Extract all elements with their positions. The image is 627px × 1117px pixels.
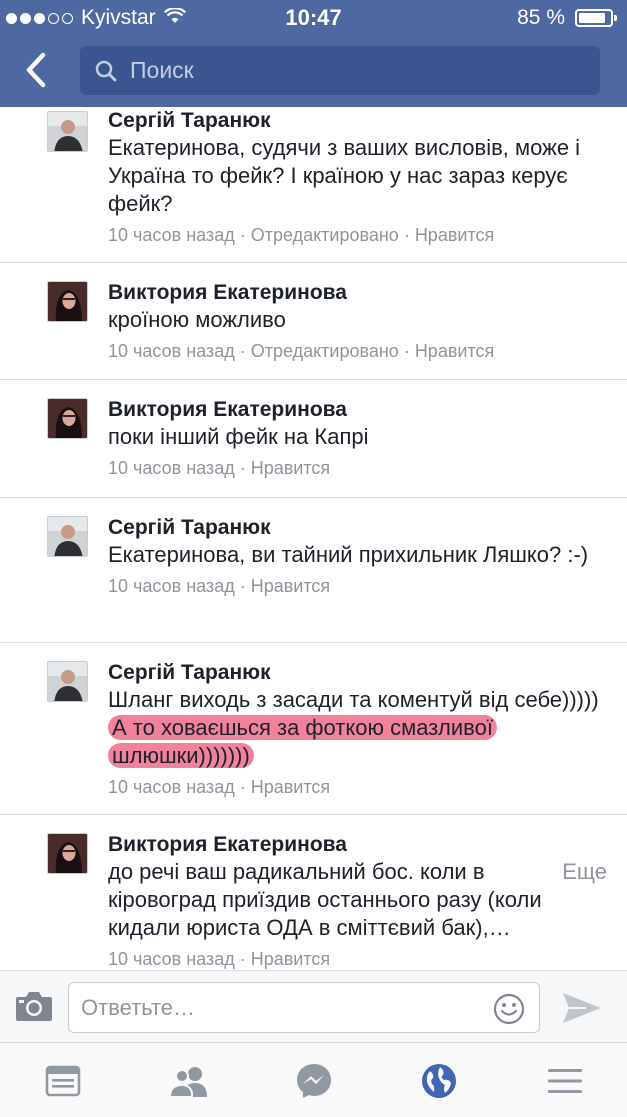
edited-label[interactable]: Отредактировано	[251, 225, 399, 245]
comment-item: Сергій Таранюк Екатеринова, ви тайний пр…	[0, 498, 627, 643]
highlighted-text: А то ховаєшься за фоткою смазливої шлюшк…	[108, 715, 497, 768]
comment-meta: 10 часов назад · Нравится	[108, 774, 607, 800]
status-bar: Kyivstar 10:47 85 %	[0, 0, 627, 36]
news-feed-icon	[45, 1065, 81, 1097]
comment-text: Екатеринова, судячи з ваших висловів, мо…	[108, 135, 581, 216]
comment-author[interactable]: Сергій Таранюк	[108, 659, 607, 686]
avatar[interactable]	[47, 398, 88, 439]
avatar[interactable]	[47, 833, 88, 874]
search-icon	[95, 60, 117, 81]
comment-text-plain: до речі ваш радикальний бос. коли в кіро…	[108, 859, 542, 940]
comment-body: Сергій Таранюк Екатеринова, ви тайний пр…	[108, 514, 607, 599]
comment-meta: 10 часов назад · Отредактировано · Нрави…	[108, 222, 607, 248]
comment-meta: 10 часов назад · Нравится	[108, 946, 607, 970]
like-button[interactable]: Нравится	[251, 458, 330, 478]
edited-label[interactable]: Отредактировано	[251, 341, 399, 361]
battery-icon	[575, 9, 617, 27]
comment-body: Виктория Екатеринова Еще до речі ваш ради…	[108, 831, 607, 970]
menu-icon	[548, 1069, 582, 1093]
back-button[interactable]	[14, 48, 58, 92]
tab-bar	[0, 1042, 627, 1117]
comment-time[interactable]: 10 часов назад	[108, 949, 235, 969]
meta-separator: ·	[234, 458, 251, 478]
comment-time[interactable]: 10 часов назад	[108, 458, 235, 478]
comment-author[interactable]: Виктория Екатеринова	[108, 831, 607, 858]
like-button[interactable]: Нравится	[251, 949, 330, 969]
like-button[interactable]: Нравится	[415, 341, 494, 361]
meta-separator: ·	[234, 576, 251, 596]
avatar[interactable]	[47, 516, 88, 557]
tab-news-feed[interactable]	[41, 1061, 85, 1101]
search-placeholder: Поиск	[130, 57, 194, 83]
meta-separator: ·	[234, 341, 251, 361]
meta-separator: ·	[234, 777, 251, 797]
comment-author[interactable]: Сергій Таранюк	[108, 107, 607, 134]
chevron-left-icon	[26, 52, 46, 88]
comment-text: Еще до речі ваш радикальний бос. коли в к…	[108, 858, 607, 942]
like-button[interactable]: Нравится	[251, 777, 330, 797]
comment-body: Виктория Екатеринова кроїною можливо 10 …	[108, 279, 607, 364]
emoji-button[interactable]	[493, 993, 525, 1025]
comment-text: Шланг виходь з засади та коментуй від се…	[108, 686, 607, 770]
avatar[interactable]	[47, 111, 88, 152]
comment-author[interactable]: Виктория Екатеринова	[108, 396, 607, 423]
reply-placeholder: Ответьте…	[81, 994, 196, 1020]
comment-time[interactable]: 10 часов назад	[108, 777, 235, 797]
comment-author[interactable]: Виктория Екатеринова	[108, 279, 607, 306]
comment-meta: 10 часов назад · Нравится	[108, 455, 607, 481]
comment-body: Сергій Таранюк Шланг виходь з засади та …	[108, 659, 607, 800]
reply-bar: Ответьте…	[0, 970, 627, 1042]
comment-item: Виктория Екатеринова Еще до речі ваш ради…	[0, 815, 627, 970]
comment-item: Сергій Таранюк Шланг виходь з засади та …	[0, 643, 627, 815]
comment-item: Сергій Таранюк Екатеринова, судячи з ваш…	[0, 107, 627, 263]
messenger-icon	[297, 1064, 331, 1098]
reply-input[interactable]: Ответьте…	[68, 982, 540, 1033]
meta-separator: ·	[398, 225, 415, 245]
meta-separator: ·	[234, 225, 251, 245]
comment-text: кроїною можливо	[108, 307, 286, 332]
comment-text: поки інший фейк на Капрі	[108, 424, 369, 449]
camera-button[interactable]	[14, 989, 54, 1025]
tab-menu[interactable]	[543, 1061, 587, 1101]
meta-separator: ·	[398, 341, 415, 361]
comment-body: Сергій Таранюк Екатеринова, судячи з ваш…	[108, 107, 607, 248]
like-button[interactable]: Нравится	[251, 576, 330, 596]
comment-text: Екатеринова, ви тайний прихильник Ляшко?…	[108, 542, 589, 567]
like-button[interactable]: Нравится	[415, 225, 494, 245]
comment-text-plain: Шланг виходь з засади та коментуй від се…	[108, 687, 599, 712]
comments-list: Сергій Таранюк Екатеринова, судячи з ваш…	[0, 107, 627, 970]
meta-separator: ·	[234, 949, 251, 969]
comment-time[interactable]: 10 часов назад	[108, 576, 235, 596]
comment-item: Виктория Екатеринова кроїною можливо 10 …	[0, 263, 627, 380]
tab-messenger[interactable]	[292, 1061, 336, 1101]
avatar[interactable]	[47, 661, 88, 702]
search-input[interactable]: Поиск	[80, 46, 600, 95]
send-button[interactable]	[560, 991, 604, 1025]
comment-author[interactable]: Сергій Таранюк	[108, 514, 607, 541]
tab-friends[interactable]	[167, 1061, 211, 1101]
comment-meta: 10 часов назад · Отредактировано · Нрави…	[108, 338, 607, 364]
tab-notifications[interactable]	[417, 1061, 461, 1101]
status-right: 85 %	[517, 6, 617, 30]
see-more-link[interactable]: Еще	[562, 858, 607, 886]
send-icon	[563, 993, 601, 1023]
comment-item: Виктория Екатеринова поки інший фейк на …	[0, 380, 627, 498]
globe-icon	[422, 1064, 456, 1098]
camera-icon	[16, 992, 52, 1021]
avatar[interactable]	[47, 281, 88, 322]
comment-body: Виктория Екатеринова поки інший фейк на …	[108, 396, 607, 481]
top-header: Kyivstar 10:47 85 % Поиск	[0, 0, 627, 107]
friends-icon	[168, 1067, 207, 1097]
comment-time[interactable]: 10 часов назад	[108, 341, 235, 361]
battery-percent: 85 %	[517, 6, 565, 29]
smiley-icon	[493, 993, 525, 1025]
comment-meta: 10 часов назад · Нравится	[108, 573, 607, 599]
comment-time[interactable]: 10 часов назад	[108, 225, 235, 245]
